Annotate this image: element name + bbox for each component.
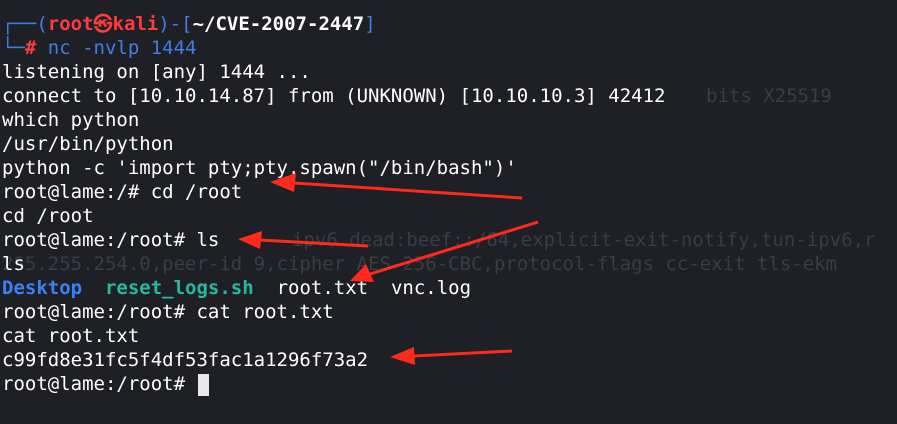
- arrow-cd-root: [270, 173, 523, 200]
- annotation-arrows: [238, 173, 539, 365]
- arrow-flag: [390, 347, 513, 365]
- arrow-root-txt: [350, 220, 539, 282]
- arrow-ls: [238, 231, 369, 249]
- terminal-window[interactable]: bits X25519 ipv6 dead:beef::/64,explicit…: [2, 0, 895, 424]
